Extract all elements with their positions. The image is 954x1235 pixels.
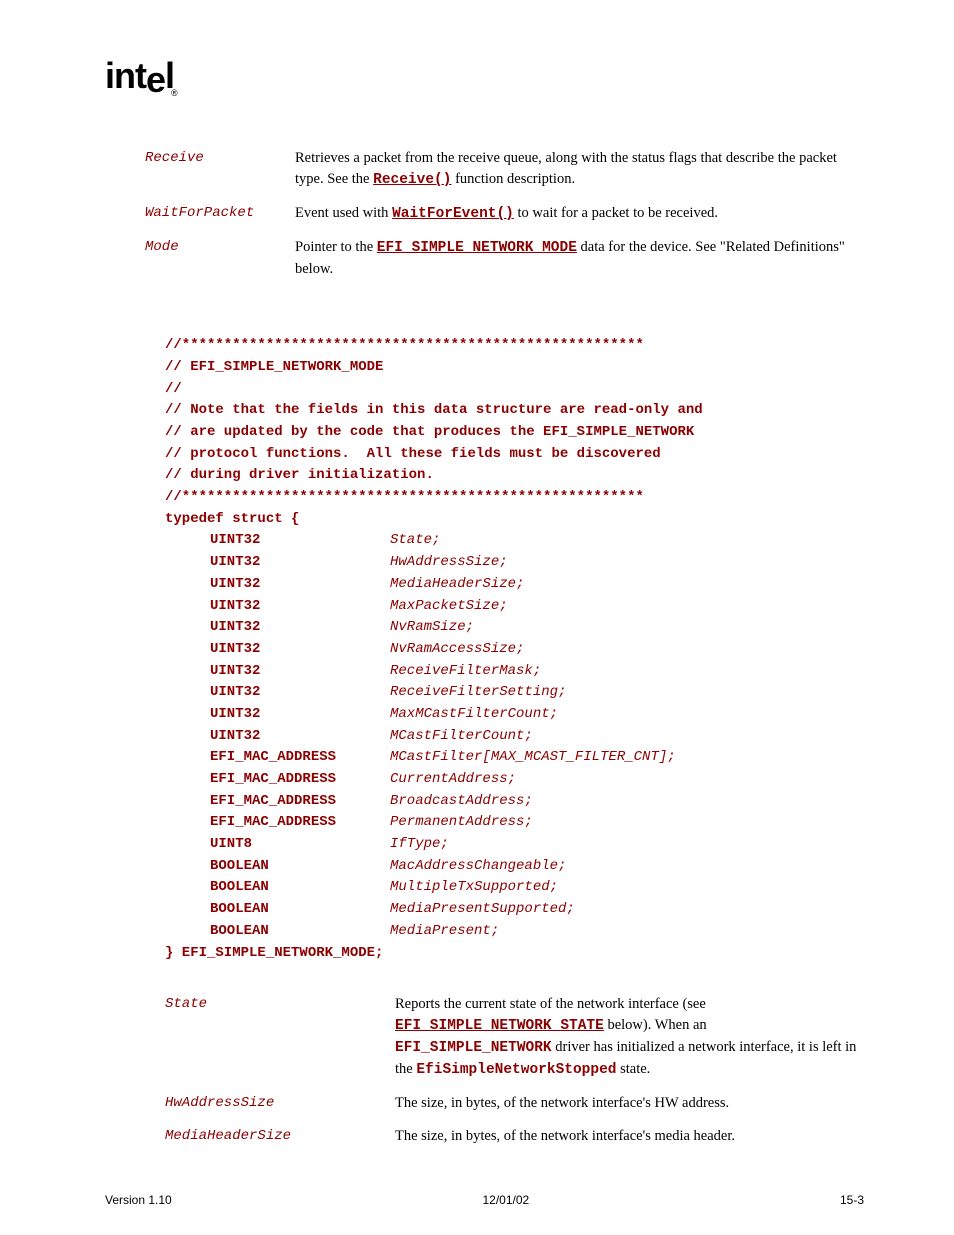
struct-type: EFI_MAC_ADDRESS: [210, 769, 390, 791]
struct-field-line: UINT32NvRamAccessSize;: [165, 639, 864, 661]
definition-desc: The size, in bytes, of the network inter…: [395, 1126, 864, 1147]
code-block: //**************************************…: [105, 335, 864, 964]
struct-field: MaxMCastFilterCount;: [390, 706, 558, 722]
definition-term: Receive: [105, 148, 295, 191]
struct-type: UINT32: [210, 530, 390, 552]
struct-field: MacAddressChangeable;: [390, 858, 566, 874]
page-footer: Version 1.10 12/01/02 15-3: [105, 1193, 864, 1207]
definition-row: MediaHeaderSizeThe size, in bytes, of th…: [165, 1126, 864, 1147]
struct-type: UINT8: [210, 834, 390, 856]
footer-version: Version 1.10: [105, 1193, 172, 1207]
struct-field: ReceiveFilterSetting;: [390, 684, 566, 700]
struct-field: PermanentAddress;: [390, 814, 533, 830]
struct-field-line: UINT8IfType;: [165, 834, 864, 856]
struct-field: NvRamSize;: [390, 619, 474, 635]
definition-desc: Event used with WaitForEvent() to wait f…: [295, 203, 864, 225]
struct-field-line: UINT32MaxMCastFilterCount;: [165, 704, 864, 726]
footer-page: 15-3: [840, 1193, 864, 1207]
struct-type: BOOLEAN: [210, 899, 390, 921]
definition-row: HwAddressSizeThe size, in bytes, of the …: [165, 1093, 864, 1114]
definition-term: WaitForPacket: [105, 203, 295, 225]
struct-type: UINT32: [210, 661, 390, 683]
definition-row: StateReports the current state of the ne…: [165, 994, 864, 1081]
code-link[interactable]: WaitForEvent(): [392, 206, 514, 222]
code-line: // Note that the fields in this data str…: [165, 400, 864, 422]
definition-term: HwAddressSize: [165, 1093, 395, 1114]
struct-type: EFI_MAC_ADDRESS: [210, 812, 390, 834]
struct-field: MaxPacketSize;: [390, 598, 508, 614]
definition-row: WaitForPacketEvent used with WaitForEven…: [105, 203, 864, 225]
struct-field: MediaPresentSupported;: [390, 901, 575, 917]
struct-type: UINT32: [210, 726, 390, 748]
code-line: // are updated by the code that produces…: [165, 422, 864, 444]
struct-field-line: UINT32MediaHeaderSize;: [165, 574, 864, 596]
struct-type: UINT32: [210, 617, 390, 639]
code-text: EFI_SIMPLE_NETWORK: [395, 1040, 552, 1056]
struct-field: IfType;: [390, 836, 449, 852]
struct-field: NvRamAccessSize;: [390, 641, 524, 657]
struct-field: State;: [390, 532, 440, 548]
struct-type: UINT32: [210, 704, 390, 726]
code-line: //: [165, 379, 864, 401]
definition-desc: Reports the current state of the network…: [395, 994, 864, 1081]
struct-field-line: EFI_MAC_ADDRESSPermanentAddress;: [165, 812, 864, 834]
struct-field-line: BOOLEANMacAddressChangeable;: [165, 856, 864, 878]
definition-desc: Pointer to the EFI_SIMPLE_NETWORK_MODE d…: [295, 237, 864, 280]
struct-field-line: UINT32MaxPacketSize;: [165, 596, 864, 618]
definition-desc: The size, in bytes, of the network inter…: [395, 1093, 864, 1114]
struct-field: CurrentAddress;: [390, 771, 516, 787]
struct-field-line: BOOLEANMultipleTxSupported;: [165, 877, 864, 899]
struct-field-line: BOOLEANMediaPresent;: [165, 921, 864, 943]
struct-field-line: UINT32ReceiveFilterSetting;: [165, 682, 864, 704]
struct-type: BOOLEAN: [210, 877, 390, 899]
definition-row: ModePointer to the EFI_SIMPLE_NETWORK_MO…: [105, 237, 864, 280]
struct-field-line: UINT32MCastFilterCount;: [165, 726, 864, 748]
struct-field-line: UINT32ReceiveFilterMask;: [165, 661, 864, 683]
struct-field: HwAddressSize;: [390, 554, 508, 570]
struct-field: MediaPresent;: [390, 923, 499, 939]
struct-field: MultipleTxSupported;: [390, 879, 558, 895]
struct-type: UINT32: [210, 639, 390, 661]
struct-field-line: BOOLEANMediaPresentSupported;: [165, 899, 864, 921]
struct-type: UINT32: [210, 682, 390, 704]
code-link[interactable]: Receive(): [373, 172, 451, 188]
code-text: EfiSimpleNetworkStopped: [416, 1062, 616, 1078]
code-link[interactable]: EFI_SIMPLE_NETWORK_STATE: [395, 1018, 604, 1034]
definition-list-top: ReceiveRetrieves a packet from the recei…: [105, 148, 864, 280]
struct-type: EFI_MAC_ADDRESS: [210, 791, 390, 813]
struct-type: UINT32: [210, 552, 390, 574]
definition-term: Mode: [105, 237, 295, 280]
brand-logo: intel®: [105, 55, 864, 98]
struct-field-line: EFI_MAC_ADDRESSMCastFilter[MAX_MCAST_FIL…: [165, 747, 864, 769]
struct-field-line: UINT32State;: [165, 530, 864, 552]
footer-date: 12/01/02: [482, 1193, 529, 1207]
definition-desc: Retrieves a packet from the receive queu…: [295, 148, 864, 191]
code-line: //**************************************…: [165, 335, 864, 357]
code-line: } EFI_SIMPLE_NETWORK_MODE;: [165, 943, 864, 965]
struct-type: UINT32: [210, 574, 390, 596]
struct-field: ReceiveFilterMask;: [390, 663, 541, 679]
struct-field: MCastFilter[MAX_MCAST_FILTER_CNT];: [390, 749, 676, 765]
struct-type: BOOLEAN: [210, 921, 390, 943]
struct-field-line: EFI_MAC_ADDRESSCurrentAddress;: [165, 769, 864, 791]
code-line: // EFI_SIMPLE_NETWORK_MODE: [165, 357, 864, 379]
code-link[interactable]: EFI_SIMPLE_NETWORK_MODE: [377, 240, 577, 256]
struct-field-line: EFI_MAC_ADDRESSBroadcastAddress;: [165, 791, 864, 813]
definition-term: MediaHeaderSize: [165, 1126, 395, 1147]
struct-field: MediaHeaderSize;: [390, 576, 524, 592]
code-line: //**************************************…: [165, 487, 864, 509]
struct-type: UINT32: [210, 596, 390, 618]
struct-type: EFI_MAC_ADDRESS: [210, 747, 390, 769]
struct-field: MCastFilterCount;: [390, 728, 533, 744]
definition-list-bottom: StateReports the current state of the ne…: [105, 994, 864, 1147]
code-line: typedef struct {: [165, 509, 864, 531]
struct-field-line: UINT32NvRamSize;: [165, 617, 864, 639]
definition-row: ReceiveRetrieves a packet from the recei…: [105, 148, 864, 191]
code-line: // protocol functions. All these fields …: [165, 444, 864, 466]
struct-field: BroadcastAddress;: [390, 793, 533, 809]
struct-type: BOOLEAN: [210, 856, 390, 878]
code-line: // during driver initialization.: [165, 465, 864, 487]
struct-field-line: UINT32HwAddressSize;: [165, 552, 864, 574]
definition-term: State: [165, 994, 395, 1081]
